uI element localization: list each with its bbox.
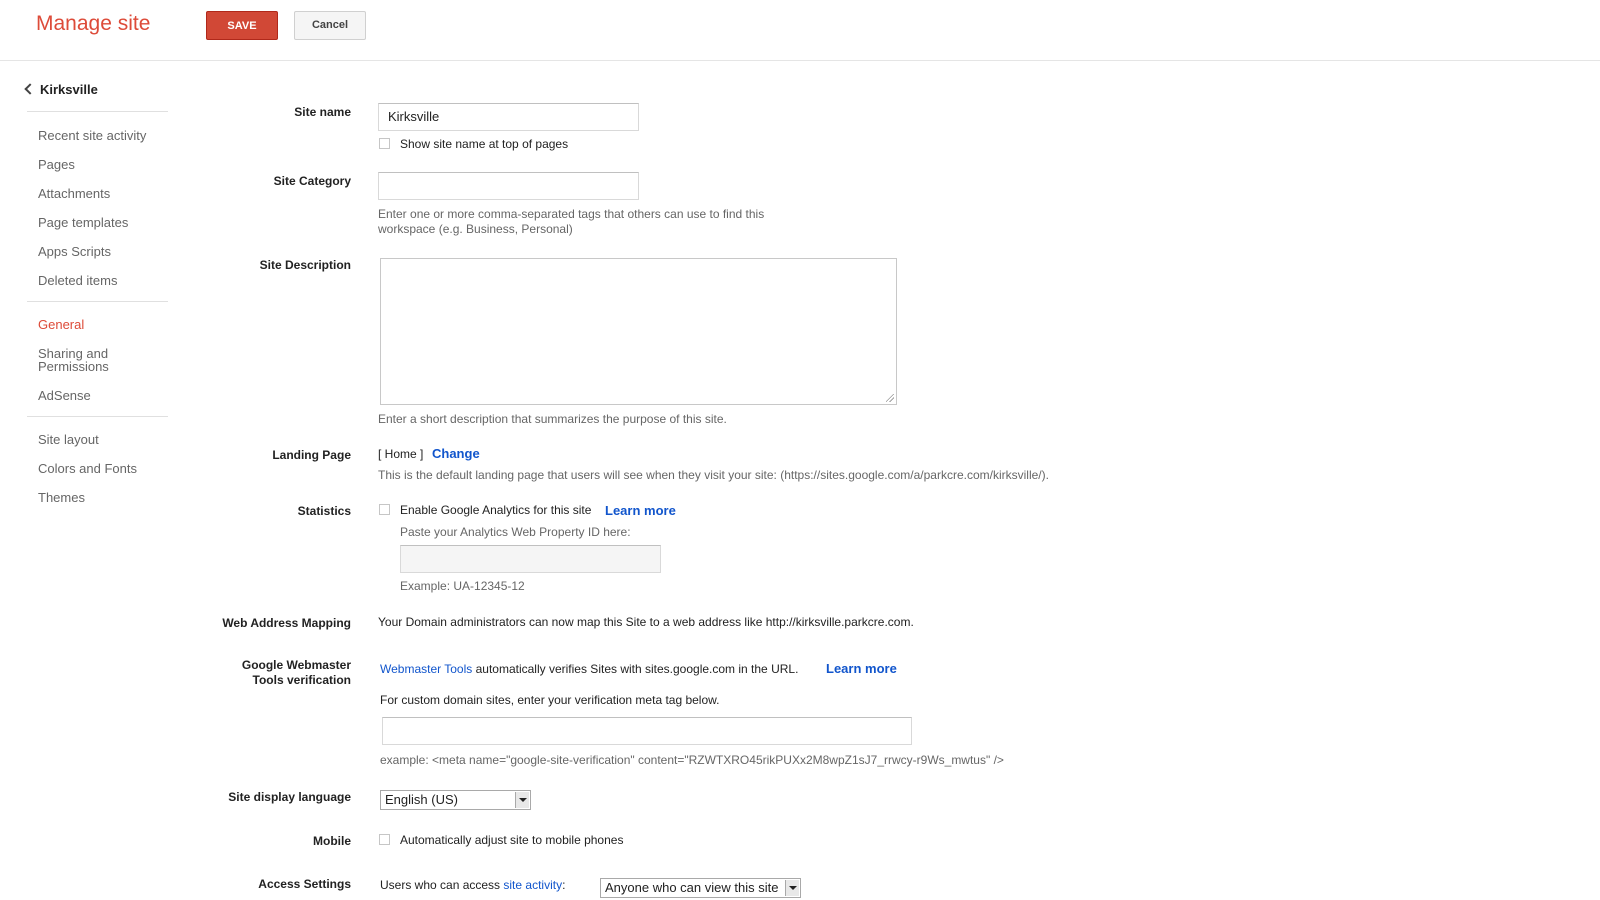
dropdown-arrow-icon	[785, 880, 799, 896]
sidebar-item-sharing[interactable]: Sharing and Permissions	[38, 347, 109, 373]
analytics-learn-more-link[interactable]: Learn more	[605, 503, 676, 518]
sidebar-item-themes[interactable]: Themes	[38, 491, 85, 504]
web-address-mapping-label: Web Address Mapping	[222, 616, 351, 630]
statistics-label: Statistics	[297, 504, 351, 518]
sidebar-divider	[27, 111, 168, 112]
analytics-paste-label: Paste your Analytics Web Property ID her…	[400, 525, 631, 539]
chevron-left-icon	[24, 83, 36, 95]
language-label: Site display language	[228, 790, 351, 804]
access-settings-select-value: Anyone who can view this site	[605, 880, 779, 895]
webmaster-custom-text: For custom domain sites, enter your veri…	[380, 693, 720, 707]
mobile-label: Mobile	[313, 834, 351, 848]
back-to-site-link[interactable]: Kirksville	[24, 82, 98, 97]
sidebar-item-adsense[interactable]: AdSense	[38, 389, 91, 402]
webmaster-text-body: automatically verifies Sites with sites.…	[472, 662, 799, 676]
access-settings-colon: :	[562, 878, 566, 892]
mobile-checkbox[interactable]	[379, 834, 390, 845]
analytics-property-id-input[interactable]	[400, 545, 661, 573]
web-address-mapping-text: Your Domain administrators can now map t…	[378, 615, 914, 629]
site-description-label: Site Description	[259, 258, 351, 272]
resize-grip-icon[interactable]	[886, 394, 894, 402]
sidebar-item-deleted-items[interactable]: Deleted items	[38, 274, 117, 287]
language-select-value: English (US)	[385, 792, 458, 807]
landing-page-change-link[interactable]: Change	[432, 446, 480, 461]
site-name-input[interactable]: Kirksville	[378, 103, 639, 131]
back-label: Kirksville	[40, 82, 98, 97]
webmaster-label-line2: Tools verification	[252, 673, 351, 687]
landing-page-help: This is the default landing page that us…	[378, 468, 1049, 482]
site-category-input[interactable]	[378, 172, 639, 200]
sidebar-divider	[27, 301, 168, 302]
access-settings-prefix: Users who can access	[380, 878, 504, 892]
show-site-name-checkbox[interactable]	[379, 138, 390, 149]
top-header: Manage site SAVE Cancel	[0, 0, 1600, 61]
site-category-help-line1: Enter one or more comma-separated tags t…	[378, 207, 765, 221]
sidebar-item-apps-scripts[interactable]: Apps Scripts	[38, 245, 111, 258]
site-description-help: Enter a short description that summarize…	[378, 412, 727, 426]
sidebar-item-general[interactable]: General	[38, 318, 84, 331]
site-name-label: Site name	[294, 105, 351, 119]
sidebar-divider	[27, 416, 168, 417]
site-category-label: Site Category	[273, 174, 351, 188]
show-site-name-label: Show site name at top of pages	[400, 137, 569, 151]
sidebar-item-sharing-line2: Permissions	[38, 359, 109, 374]
save-button[interactable]: SAVE	[206, 11, 278, 40]
site-description-textarea[interactable]	[380, 258, 897, 405]
sidebar-item-attachments[interactable]: Attachments	[38, 187, 110, 200]
language-select[interactable]: English (US)	[380, 790, 531, 810]
mobile-checkbox-label: Automatically adjust site to mobile phon…	[400, 833, 624, 847]
analytics-checkbox[interactable]	[379, 504, 390, 515]
webmaster-tools-link[interactable]: Webmaster Tools	[380, 662, 472, 676]
webmaster-label: Google Webmaster Tools verification	[242, 658, 351, 688]
analytics-checkbox-label: Enable Google Analytics for this site	[400, 503, 592, 517]
verification-meta-tag-input[interactable]	[382, 717, 912, 745]
dropdown-arrow-icon	[515, 792, 529, 808]
cancel-button[interactable]: Cancel	[294, 11, 366, 40]
webmaster-learn-more-link[interactable]: Learn more	[826, 661, 897, 676]
verification-example: example: <meta name="google-site-verific…	[380, 753, 1004, 767]
access-settings-label: Access Settings	[258, 877, 351, 891]
access-settings-select[interactable]: Anyone who can view this site	[600, 878, 801, 898]
site-category-help-line2: workspace (e.g. Business, Personal)	[378, 222, 573, 236]
webmaster-label-line1: Google Webmaster	[241, 658, 351, 672]
sidebar-item-recent-activity[interactable]: Recent site activity	[38, 129, 146, 142]
landing-page-label: Landing Page	[272, 448, 351, 462]
webmaster-text: Webmaster Tools automatically verifies S…	[380, 662, 798, 677]
analytics-example: Example: UA-12345-12	[400, 579, 525, 593]
sidebar-item-page-templates[interactable]: Page templates	[38, 216, 128, 229]
landing-page-value: [ Home ]	[378, 447, 424, 461]
page-title: Manage site	[36, 12, 151, 35]
sidebar-item-pages[interactable]: Pages	[38, 158, 75, 171]
site-category-help: Enter one or more comma-separated tags t…	[378, 207, 764, 237]
sidebar-item-colors-fonts[interactable]: Colors and Fonts	[38, 462, 137, 475]
sidebar-item-site-layout[interactable]: Site layout	[38, 433, 99, 446]
access-settings-text: Users who can access site activity:	[380, 878, 565, 893]
site-activity-link[interactable]: site activity	[503, 878, 562, 892]
